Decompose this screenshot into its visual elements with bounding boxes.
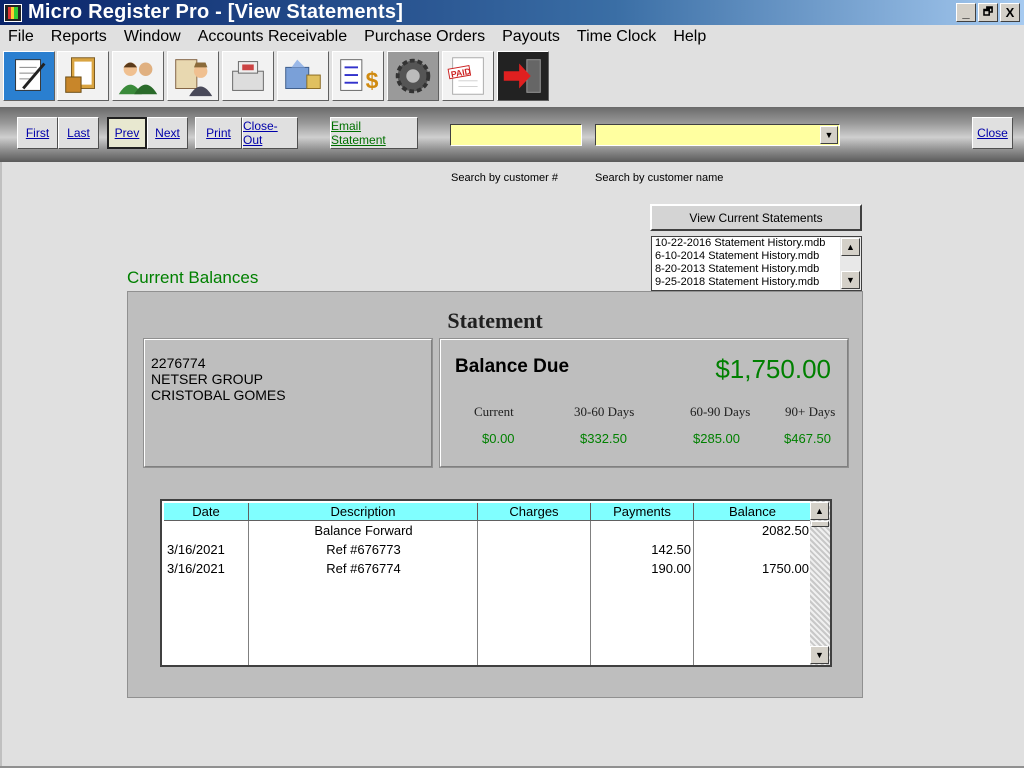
cell-date: 3/16/2021 <box>167 561 225 576</box>
menu-help[interactable]: Help <box>665 28 715 46</box>
menu-bar: File Reports Window Accounts Receivable … <box>0 25 1024 49</box>
price-list-icon[interactable]: $ <box>332 51 384 101</box>
last-button[interactable]: Last <box>58 117 99 149</box>
customer-number: 2276774 <box>151 355 206 371</box>
table-row[interactable]: Balance Forward 2082.50 <box>164 521 812 540</box>
frame-edge <box>0 162 2 768</box>
aging-value-current: $0.00 <box>482 431 515 446</box>
employee-clipboard-icon[interactable] <box>167 51 219 101</box>
restore-button[interactable]: 🗗 <box>978 3 998 22</box>
statement-heading: Statement <box>447 308 543 333</box>
balance-due-label: Balance Due <box>455 356 570 377</box>
transactions-table[interactable]: Date Description Charges Payments Balanc… <box>160 499 832 667</box>
paid-invoice-icon[interactable]: PAID <box>442 51 494 101</box>
column-header-payments[interactable]: Payments <box>591 503 694 521</box>
minimize-button[interactable]: _ <box>956 3 976 22</box>
aging-label-90-plus: 90+ Days <box>785 404 836 419</box>
table-header: Date Description Charges Payments Balanc… <box>164 503 812 521</box>
notepad-icon[interactable] <box>3 51 55 101</box>
scroll-down-icon[interactable]: ▼ <box>810 646 829 664</box>
email-statement-button[interactable]: Email Statement <box>330 117 418 149</box>
cell-payments: 190.00 <box>651 561 691 576</box>
prev-button[interactable]: Prev <box>107 117 147 149</box>
app-icon[interactable] <box>4 3 22 22</box>
window-controls: _ 🗗 X <box>956 3 1020 22</box>
customer-number-input[interactable] <box>450 124 582 146</box>
customer-info-box: 2276774 NETSER GROUP CRISTOBAL GOMES <box>143 338 433 468</box>
column-header-charges[interactable]: Charges <box>478 503 591 521</box>
close-button[interactable]: Close <box>972 117 1013 149</box>
menu-file[interactable]: File <box>0 28 43 46</box>
menu-purchase-orders[interactable]: Purchase Orders <box>356 28 494 46</box>
window-title: Micro Register Pro - [View Statements] <box>28 1 404 23</box>
next-button[interactable]: Next <box>147 117 188 149</box>
title-bar: Micro Register Pro - [View Statements] _… <box>0 0 1024 25</box>
cell-description: Balance Forward <box>314 523 413 538</box>
cell-date: 3/16/2021 <box>167 542 225 557</box>
scroll-down-icon[interactable]: ▼ <box>841 271 860 289</box>
clipboard-box-icon[interactable] <box>57 51 109 101</box>
cell-date <box>164 521 249 540</box>
history-item[interactable]: 8-20-2013 Statement History.mdb <box>652 263 861 276</box>
cell-payments: 142.50 <box>651 542 691 557</box>
column-header-date[interactable]: Date <box>164 503 249 521</box>
shipping-icon[interactable] <box>277 51 329 101</box>
aging-value-90-plus: $467.50 <box>784 431 831 446</box>
scroll-up-icon[interactable]: ▲ <box>841 238 860 256</box>
aging-label-60-90: 60-90 Days <box>690 404 751 419</box>
statement-history-list[interactable]: 10-22-2016 Statement History.mdb 6-10-20… <box>651 236 862 291</box>
svg-text:$: $ <box>366 67 379 93</box>
view-current-statements-button[interactable]: View Current Statements <box>650 204 862 231</box>
current-balances-title: Current Balances <box>127 268 259 287</box>
navigation-strip: First Last Prev Next Print Close-Out Ema… <box>0 107 1024 162</box>
register-icon[interactable] <box>222 51 274 101</box>
print-button[interactable]: Print <box>195 117 242 149</box>
history-item[interactable]: 10-22-2016 Statement History.mdb <box>652 237 861 250</box>
balance-due-amount: $1,750.00 <box>715 354 831 384</box>
cell-description: Ref #676774 <box>326 561 401 576</box>
cell-payments <box>591 521 694 540</box>
aging-value-30-60: $332.50 <box>580 431 627 446</box>
menu-window[interactable]: Window <box>116 28 190 46</box>
history-item[interactable]: 9-25-2018 Statement History.mdb <box>652 276 861 289</box>
menu-reports[interactable]: Reports <box>43 28 116 46</box>
cell-balance <box>694 540 812 559</box>
scroll-up-icon[interactable]: ▲ <box>810 502 829 520</box>
table-scrollbar[interactable]: ▲ ▼ <box>810 501 830 665</box>
table-row[interactable]: 3/16/2021 Ref #676774 190.00 1750.00 <box>164 559 812 578</box>
column-header-balance[interactable]: Balance <box>694 503 812 521</box>
aging-value-60-90: $285.00 <box>693 431 740 446</box>
settings-gear-icon[interactable] <box>387 51 439 101</box>
customer-number-hint: Search by customer # <box>451 172 558 184</box>
column-header-description[interactable]: Description <box>249 503 478 521</box>
customer-company: NETSER GROUP <box>151 371 264 387</box>
menu-accounts-receivable[interactable]: Accounts Receivable <box>190 28 356 46</box>
cell-balance: 2082.50 <box>762 523 809 538</box>
aging-label-current: Current <box>474 404 514 419</box>
customer-contact: CRISTOBAL GOMES <box>151 387 286 403</box>
table-row[interactable]: 3/16/2021 Ref #676773 142.50 <box>164 540 812 559</box>
menu-time-clock[interactable]: Time Clock <box>569 28 665 46</box>
history-scrollbar[interactable]: ▲ ▼ <box>840 237 861 290</box>
icon-toolbar: $ PAID <box>0 49 1024 105</box>
cell-charges <box>478 559 591 578</box>
cell-balance: 1750.00 <box>762 561 809 576</box>
first-button[interactable]: First <box>17 117 58 149</box>
chevron-down-icon[interactable]: ▼ <box>820 126 838 144</box>
cell-charges <box>478 521 591 540</box>
customers-icon[interactable] <box>112 51 164 101</box>
close-out-button[interactable]: Close-Out <box>242 117 298 149</box>
exit-icon[interactable] <box>497 51 549 101</box>
history-item[interactable]: 6-10-2014 Statement History.mdb <box>652 250 861 263</box>
scroll-thumb[interactable] <box>811 521 829 527</box>
cell-charges <box>478 540 591 559</box>
customer-name-dropdown[interactable]: ▼ <box>595 124 840 146</box>
aging-label-30-60: 30-60 Days <box>574 404 635 419</box>
balance-box: Balance Due $1,750.00 Current 30-60 Days… <box>439 338 849 468</box>
close-window-button[interactable]: X <box>1000 3 1020 22</box>
menu-payouts[interactable]: Payouts <box>494 28 569 46</box>
customer-name-hint: Search by customer name <box>595 172 724 184</box>
statement-panel: Statement 2276774 NETSER GROUP CRISTOBAL… <box>127 291 863 698</box>
cell-description: Ref #676773 <box>326 542 401 557</box>
